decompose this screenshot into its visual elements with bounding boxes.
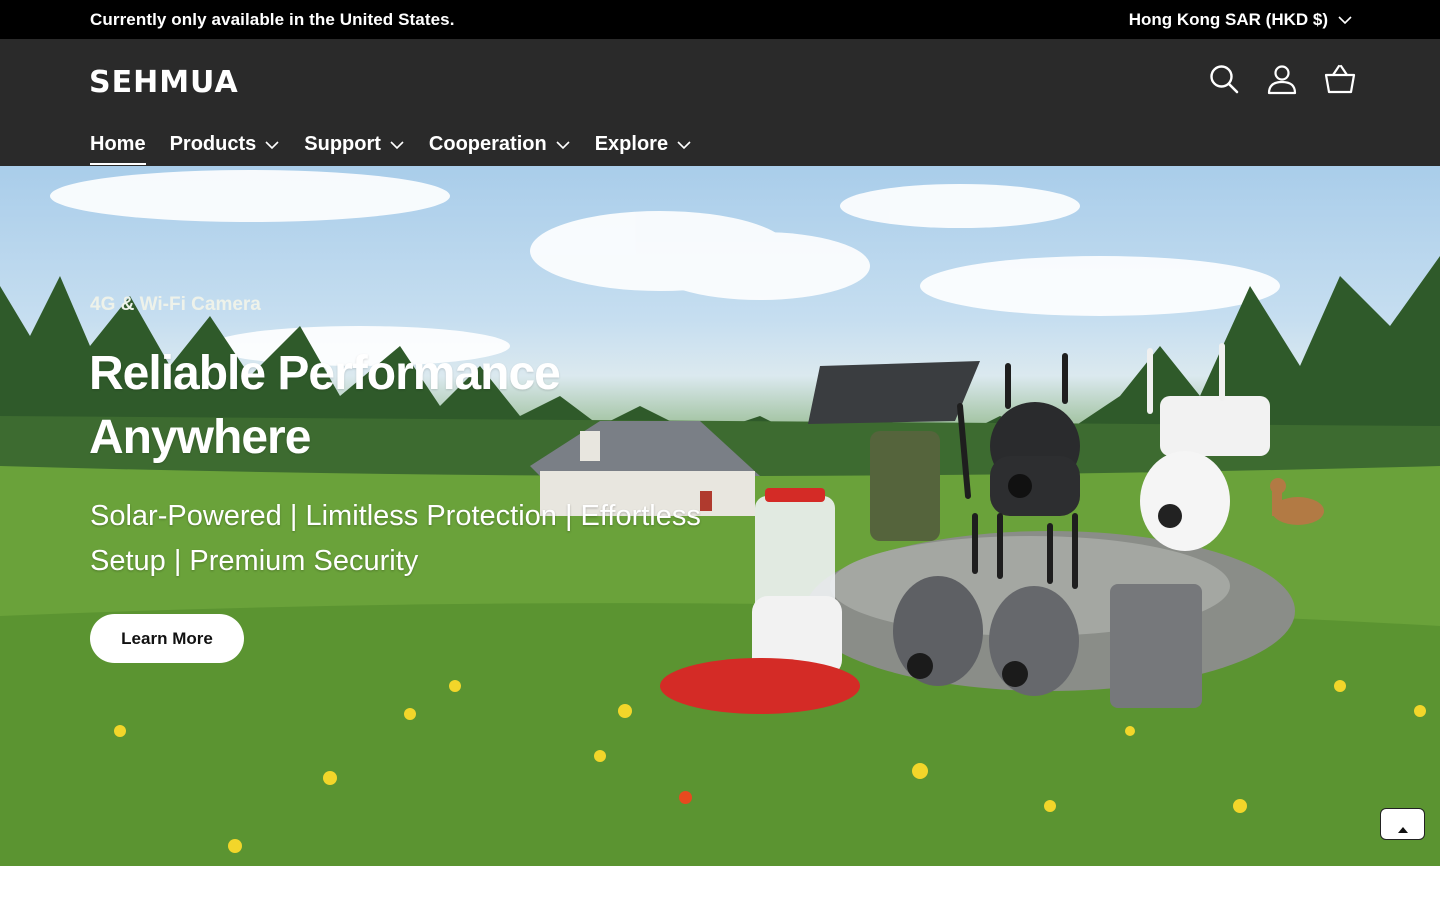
nav-item-cooperation[interactable]: Cooperation <box>429 129 571 159</box>
nav-label: Products <box>169 132 257 155</box>
slide-indicator-dot[interactable] <box>679 791 692 804</box>
nav-item-support[interactable]: Support <box>304 129 405 159</box>
cart-icon <box>1324 64 1356 94</box>
hero-title: Reliable Performance Anywhere <box>89 347 561 464</box>
account-icon <box>1267 65 1297 95</box>
chevron-down-icon <box>390 141 404 150</box>
announcement-bar: Currently only available in the United S… <box>0 0 1440 39</box>
search-button[interactable] <box>1208 61 1240 97</box>
chevron-down-icon <box>1338 15 1352 24</box>
currency-selector[interactable]: Hong Kong SAR (HKD $) <box>1129 10 1352 30</box>
hero-subtitle: 4G & Wi-Fi Camera <box>90 294 261 315</box>
hero-description: Solar-Powered | Limitless Protection | E… <box>90 500 701 577</box>
nav-label: Explore <box>594 132 669 155</box>
caret-up-icon <box>1397 827 1408 833</box>
logo[interactable]: SEHMUA <box>89 65 239 100</box>
learn-more-button[interactable]: Learn More <box>90 614 244 663</box>
main-nav: Home Products Support Cooperation Explor… <box>90 129 692 165</box>
chevron-down-icon <box>677 141 691 150</box>
hero-banner: 4G & Wi-Fi Camera Reliable Performance A… <box>0 166 1440 866</box>
nav-label: Support <box>304 132 381 155</box>
chevron-down-icon <box>265 141 279 150</box>
nav-label: Cooperation <box>428 132 547 155</box>
chevron-down-icon <box>556 141 570 150</box>
nav-item-products[interactable]: Products <box>170 129 281 159</box>
scroll-to-top-button[interactable] <box>1380 808 1425 840</box>
nav-label: Home <box>90 132 146 155</box>
search-icon <box>1210 65 1239 94</box>
nav-item-home[interactable]: Home <box>90 129 146 165</box>
site-header: SEHMUA Home Products Support Cooperation… <box>0 39 1440 166</box>
nav-item-explore[interactable]: Explore <box>595 129 692 159</box>
currency-label: Hong Kong SAR (HKD $) <box>1128 9 1328 29</box>
cart-button[interactable] <box>1324 61 1356 97</box>
header-icons <box>1208 61 1356 97</box>
announcement-text: Currently only available in the United S… <box>90 9 455 29</box>
account-button[interactable] <box>1266 61 1298 97</box>
